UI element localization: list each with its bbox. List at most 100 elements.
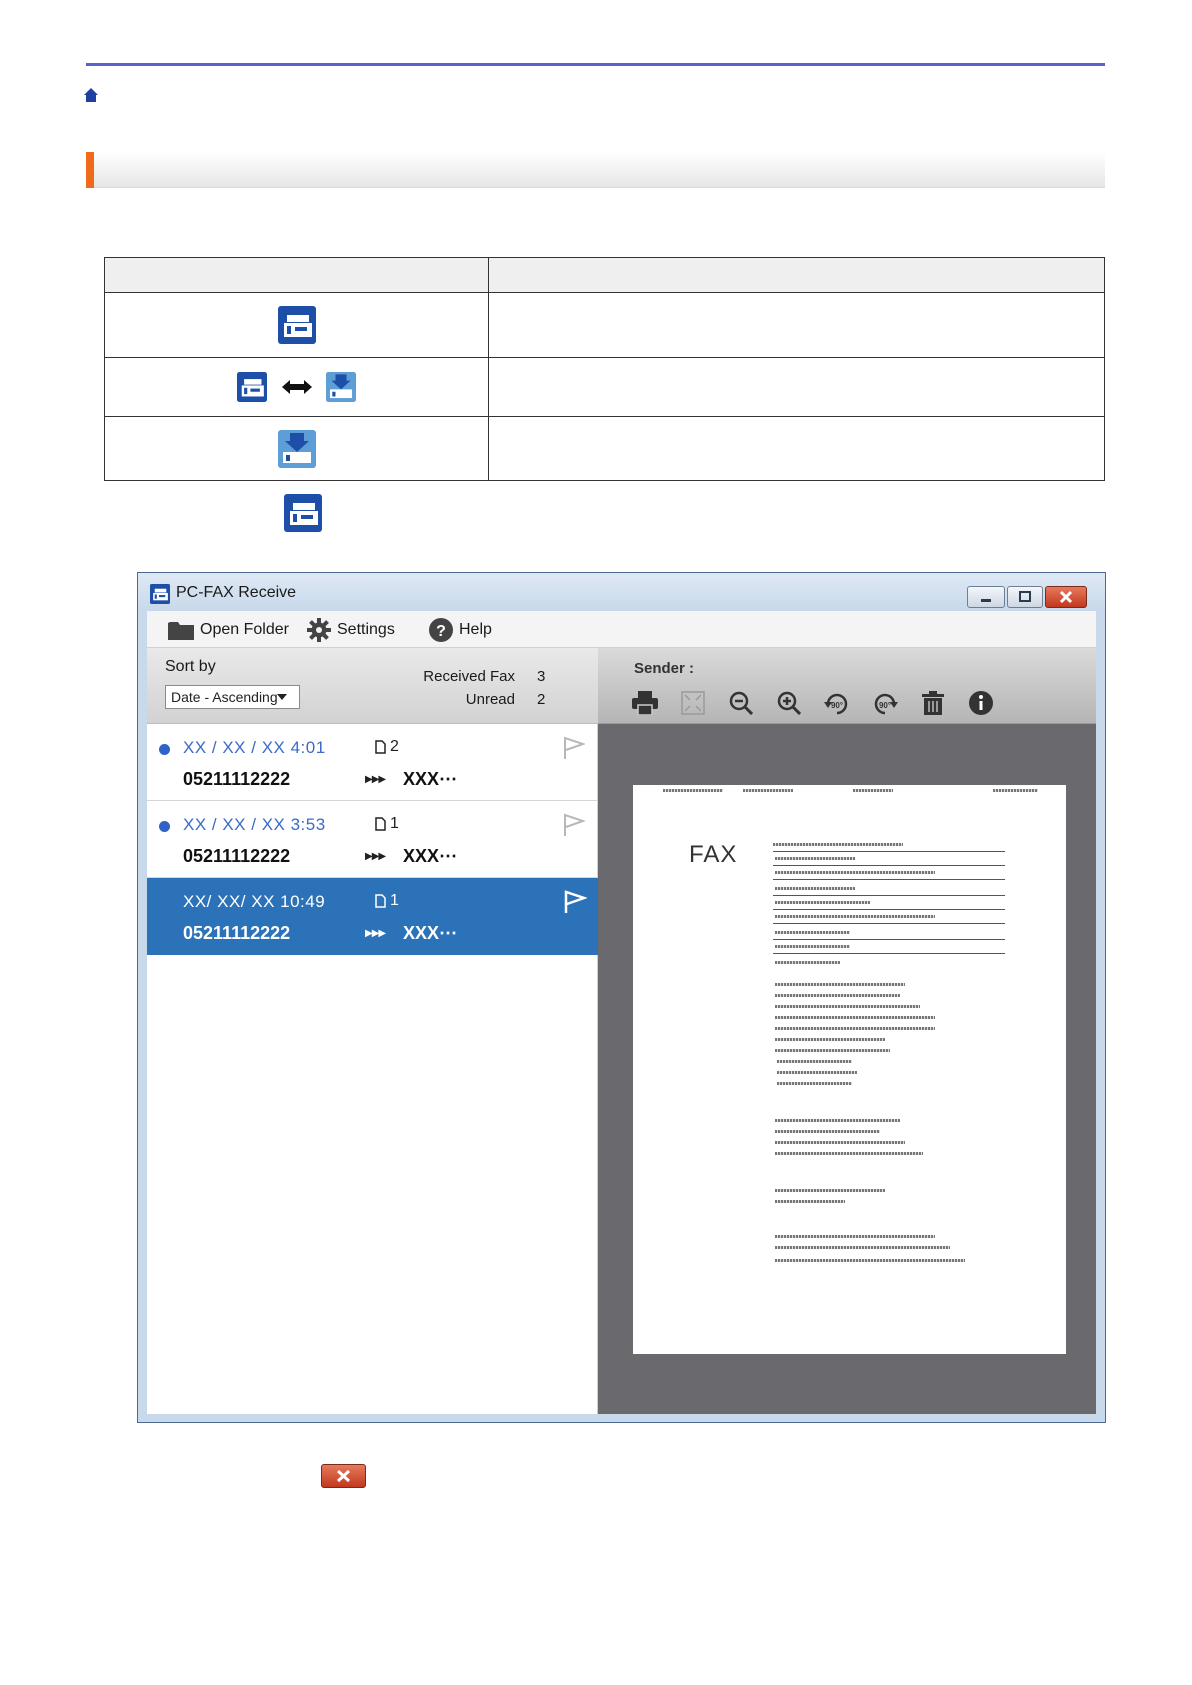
fax-list-item[interactable]: XX / XX / XX 3:53 1 05211112222 ▶▶▶ XXX⋯ (147, 801, 598, 878)
fax-page-count: 1 (375, 892, 399, 910)
table-cell-description (488, 416, 1105, 481)
section-header-accent (86, 152, 94, 188)
info-icon (969, 691, 993, 715)
page-icon (375, 817, 386, 831)
icon-legend-table (104, 257, 1105, 481)
fax-date: XX / XX / XX 3:53 (183, 815, 326, 834)
zoom-out-icon (729, 691, 753, 715)
received-fax-count: 3 (537, 668, 546, 685)
print-button[interactable] (630, 688, 660, 718)
fax-number: 05211112222 (183, 769, 291, 789)
table-cell-description (488, 292, 1105, 358)
fax-page-preview[interactable]: FAX (633, 785, 1066, 1354)
help-label: Help (459, 621, 492, 638)
table-cell-icon (104, 292, 489, 358)
window-title: PC-FAX Receive (176, 584, 297, 601)
printer-icon (632, 691, 658, 715)
zoom-in-button[interactable] (774, 688, 804, 718)
sort-by-label: Sort by (165, 658, 216, 675)
chevron-down-icon (277, 694, 287, 700)
fax-sender-name: XXX⋯ (403, 923, 458, 943)
fax-number: 05211112222 (183, 846, 291, 866)
help-icon: ? (429, 618, 453, 642)
fax-list-item-selected[interactable]: XX/ XX/ XX 10:49 1 05211112222 ▶▶▶ XXX⋯ (147, 878, 598, 955)
help-button[interactable]: ? Help (429, 618, 492, 642)
close-window-button[interactable] (1045, 586, 1087, 608)
open-folder-label: Open Folder (200, 621, 289, 638)
fit-to-window-button[interactable] (678, 688, 708, 718)
fax-page-heading: FAX (689, 841, 738, 868)
fax-date: XX/ XX/ XX 10:49 (183, 892, 326, 911)
table-cell-icon (104, 357, 489, 417)
fax-page-count: 2 (375, 738, 399, 756)
close-button-illustration (321, 1464, 366, 1488)
rotate-left-button[interactable]: 90° (822, 688, 852, 718)
info-button[interactable] (966, 688, 996, 718)
trash-icon (922, 691, 944, 715)
pc-fax-received-icon (325, 372, 356, 402)
fax-page-count-value: 1 (390, 892, 399, 909)
close-icon (1059, 590, 1073, 604)
fax-sender-name: XXX⋯ (403, 846, 458, 866)
flag-icon[interactable] (563, 813, 585, 837)
pc-fax-standby-icon (277, 306, 316, 344)
pc-fax-receive-window: PC-FAX Receive Open Folder Settings ? He… (137, 572, 1106, 1423)
unread-label: Unread (465, 691, 515, 708)
fax-page-count: 1 (375, 815, 399, 833)
settings-label: Settings (337, 621, 395, 638)
minimize-button[interactable] (967, 586, 1005, 608)
flag-icon[interactable] (563, 890, 587, 914)
maximize-icon (1019, 591, 1031, 602)
table-header-cell (104, 257, 489, 293)
open-folder-button[interactable]: Open Folder (168, 619, 289, 641)
sender-arrows: ▶▶▶ (365, 774, 386, 785)
page-icon (375, 740, 386, 754)
fax-list-item[interactable]: XX / XX / XX 4:01 2 05211112222 ▶▶▶ XXX⋯ (147, 724, 598, 801)
unread-dot-icon (159, 821, 170, 832)
page-icon (375, 894, 386, 908)
unread-count: 2 (537, 691, 546, 708)
folder-icon (168, 622, 194, 640)
sender-label: Sender : (634, 660, 695, 677)
top-rule (86, 63, 1105, 66)
sender-arrows: ▶▶▶ (365, 928, 386, 939)
gear-icon (307, 618, 331, 642)
fax-date: XX / XX / XX 4:01 (183, 738, 326, 757)
settings-button[interactable]: Settings (307, 618, 395, 642)
section-header-bar (86, 152, 1105, 188)
fax-list: XX / XX / XX 4:01 2 05211112222 ▶▶▶ XXX⋯… (147, 724, 598, 1414)
received-fax-label: Received Fax (423, 668, 515, 685)
fax-sender-name: XXX⋯ (403, 769, 458, 789)
menu-bar: Open Folder Settings ? Help (147, 611, 1096, 648)
pc-fax-app-icon (150, 584, 170, 604)
rotate-right-icon: 90° (874, 693, 898, 715)
pc-fax-received-icon (277, 429, 316, 468)
table-row (104, 292, 1105, 358)
unread-dot-icon (159, 744, 170, 755)
fax-page-count-value: 2 (390, 738, 399, 755)
table-cell-icon (104, 416, 489, 481)
rotate-left-icon: 90° (824, 693, 848, 715)
fax-page-body-text (773, 841, 1013, 1311)
table-header-cell (488, 257, 1105, 293)
svg-text:?: ? (436, 623, 446, 640)
table-header-row (104, 257, 1105, 293)
fax-page-count-value: 1 (390, 815, 399, 832)
pc-fax-standby-icon (237, 372, 268, 402)
table-row (104, 416, 1105, 481)
preview-toolbar: Sender : 90° 90° (598, 648, 1096, 724)
maximize-button[interactable] (1007, 586, 1043, 608)
close-icon (336, 1469, 351, 1483)
fax-number: 05211112222 (183, 923, 291, 943)
delete-button[interactable] (918, 688, 948, 718)
minimize-icon (981, 599, 991, 602)
fit-window-icon (681, 691, 705, 715)
flag-icon[interactable] (563, 736, 585, 760)
window-titlebar[interactable]: PC-FAX Receive (138, 573, 1105, 611)
zoom-out-button[interactable] (726, 688, 756, 718)
fax-preview-pane: FAX (598, 724, 1096, 1414)
rotate-right-button[interactable]: 90° (870, 688, 900, 718)
sort-order-value: Date - Ascending (171, 689, 278, 705)
home-icon[interactable] (84, 88, 98, 102)
table-cell-description (488, 357, 1105, 417)
